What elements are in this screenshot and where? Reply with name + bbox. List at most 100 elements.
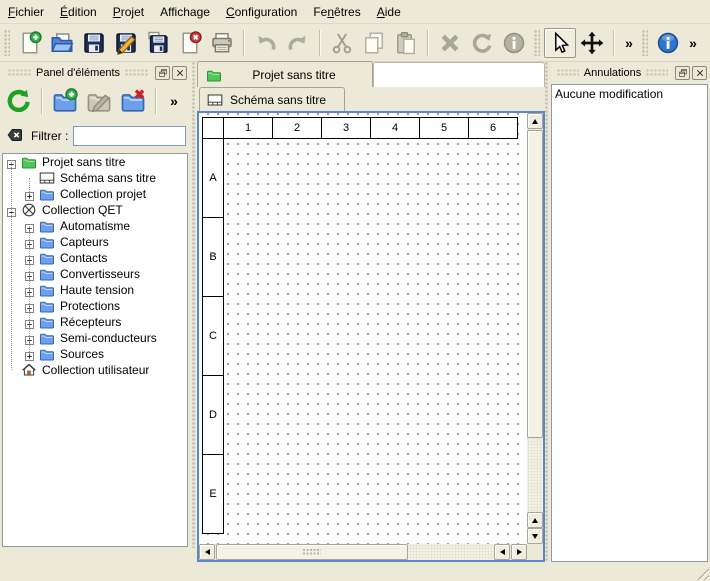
float-panel-button[interactable]	[155, 66, 170, 80]
project-folder-icon	[206, 67, 222, 83]
close-undo-button[interactable]	[692, 66, 707, 80]
save-all-icon	[146, 31, 170, 55]
menu-item-projet[interactable]: Projet	[105, 2, 152, 22]
menu-item-affichage[interactable]: Affichage	[152, 2, 218, 22]
close-document-icon	[178, 31, 202, 55]
rotate-icon	[470, 31, 494, 55]
delete-category-button[interactable]	[116, 85, 150, 117]
tree-item-projet-sans-titre[interactable]: Projet sans titre	[3, 154, 187, 170]
redo-button[interactable]	[282, 28, 314, 58]
scroll-left-button-2[interactable]	[494, 544, 510, 560]
tree-item-label: Collection utilisateur	[42, 363, 149, 377]
rotate-button[interactable]	[466, 28, 498, 58]
close-document-button[interactable]	[174, 28, 206, 58]
folder-icon	[39, 266, 55, 282]
main-toolbar: »»	[0, 24, 710, 62]
tree-item-recepteurs[interactable]: Récepteurs	[3, 314, 187, 330]
window-resize-grip[interactable]	[695, 566, 709, 580]
edit-category-button[interactable]	[82, 85, 116, 117]
toolbar-drag-handle[interactable]	[642, 30, 648, 56]
reload-collections-button[interactable]	[2, 85, 36, 117]
scroll-right-button[interactable]	[511, 544, 527, 560]
tree-item-capteurs[interactable]: Capteurs	[3, 234, 187, 250]
toolbar-drag-handle[interactable]	[4, 30, 10, 56]
tree-item-schema-sans-titre[interactable]: Schéma sans titre	[3, 170, 187, 186]
folder-icon	[39, 330, 55, 346]
undo-button[interactable]	[250, 28, 282, 58]
tree-item-protections[interactable]: Protections	[3, 298, 187, 314]
cut-icon	[330, 31, 354, 55]
new-document-button[interactable]	[14, 28, 46, 58]
tree-item-semi-conducteurs[interactable]: Semi-conducteurs	[3, 330, 187, 346]
cut-button[interactable]	[326, 28, 358, 58]
delete-button[interactable]	[434, 28, 466, 58]
vertical-scrollbar[interactable]	[527, 113, 543, 544]
grid-row-label: E	[202, 454, 224, 534]
tree-item-collection-qet[interactable]: Collection QET	[3, 202, 187, 218]
float-undo-button[interactable]	[675, 66, 690, 80]
tree-item-sources[interactable]: Sources	[3, 346, 187, 362]
element-panel-title: Panel d'éléments	[36, 67, 120, 79]
element-panel-toolbar: »	[0, 82, 190, 120]
scrollbar-corner	[527, 544, 543, 560]
save-button[interactable]	[78, 28, 110, 58]
about-qet-button[interactable]	[652, 28, 684, 58]
open-button[interactable]	[46, 28, 78, 58]
schema-tab[interactable]: Schéma sans titre	[199, 87, 345, 112]
project-folder-icon	[21, 154, 37, 170]
folder-icon	[39, 346, 55, 362]
toolbar-overflow-button[interactable]: »	[620, 28, 638, 58]
schema-tab-label: Schéma sans titre	[230, 93, 326, 107]
print-button[interactable]	[206, 28, 238, 58]
folder-icon	[39, 314, 55, 330]
folder-icon	[39, 218, 55, 234]
save-all-button[interactable]	[142, 28, 174, 58]
paste-button[interactable]	[390, 28, 422, 58]
tree-item-collection-projet[interactable]: Collection projet	[3, 186, 187, 202]
menu-item-aide[interactable]: Aide	[369, 2, 409, 22]
grid-column-label: 4	[370, 117, 420, 139]
tree-item-label: Semi-conducteurs	[60, 331, 157, 345]
panel-overflow-button[interactable]: »	[164, 85, 184, 117]
folder-icon	[39, 186, 55, 202]
select-mode-button[interactable]	[544, 28, 576, 58]
tree-item-haute-tension[interactable]: Haute tension	[3, 282, 187, 298]
grid-column-label: 6	[468, 117, 518, 139]
schema-canvas[interactable]: 123456 ABCDE	[199, 113, 527, 544]
left-splitter[interactable]	[190, 62, 197, 548]
tree-item-label: Automatisme	[60, 219, 130, 233]
clear-filter-button[interactable]	[4, 126, 26, 146]
menu-item-configuration[interactable]: Configuration	[218, 2, 305, 22]
tree-item-collection-utilisateur[interactable]: Collection utilisateur	[3, 362, 187, 378]
vertical-scroll-thumb[interactable]	[527, 130, 543, 438]
tree-item-convertisseurs[interactable]: Convertisseurs	[3, 266, 187, 282]
dock-handle-texture	[8, 69, 31, 77]
horizontal-scrollbar[interactable]	[199, 544, 527, 560]
scroll-up-button-2[interactable]	[527, 512, 543, 528]
tree-item-label: Collection QET	[42, 203, 123, 217]
menu-item-edition[interactable]: Édition	[52, 2, 105, 22]
save-as-button[interactable]	[110, 28, 142, 58]
scroll-down-button[interactable]	[527, 528, 543, 544]
scroll-left-button[interactable]	[199, 544, 215, 560]
object-info-button[interactable]	[498, 28, 530, 58]
project-tab[interactable]: Projet sans titre	[197, 61, 373, 87]
toolbar-drag-handle[interactable]	[534, 30, 540, 56]
filter-input[interactable]	[73, 126, 186, 146]
tree-item-automatisme[interactable]: Automatisme	[3, 218, 187, 234]
schema-view[interactable]: 123456 ABCDE	[197, 111, 545, 562]
thumb-grip	[303, 549, 321, 556]
copy-button[interactable]	[358, 28, 390, 58]
project-folder-icon	[206, 67, 224, 83]
menu-item-fenetres[interactable]: Fenêtres	[305, 2, 368, 22]
horizontal-scroll-thumb[interactable]	[216, 544, 408, 560]
undo-list-item[interactable]: Aucune modification	[552, 85, 707, 103]
pan-mode-button[interactable]	[576, 28, 608, 58]
menu-item-fichier[interactable]: Fichier	[0, 2, 52, 22]
scroll-up-button[interactable]	[527, 113, 543, 129]
tree-item-contacts[interactable]: Contacts	[3, 250, 187, 266]
close-panel-button[interactable]	[172, 66, 187, 80]
help-overflow-button[interactable]: »	[684, 28, 702, 58]
new-category-button[interactable]	[48, 85, 82, 117]
grid-row-label: A	[202, 138, 224, 218]
